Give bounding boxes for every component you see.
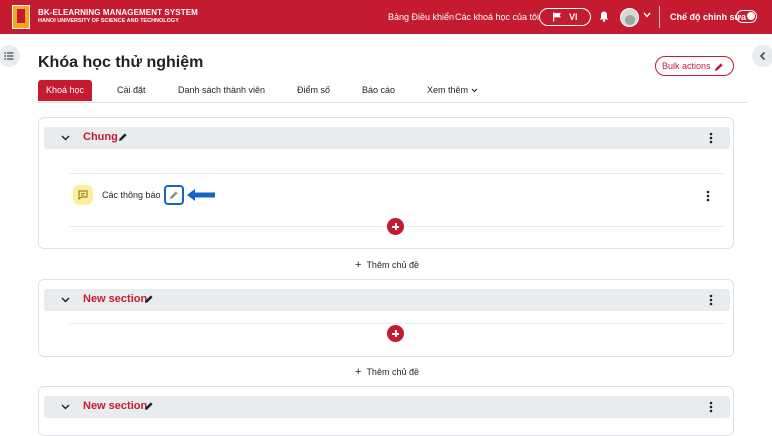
chat-icon bbox=[78, 190, 88, 200]
forum-icon bbox=[73, 185, 93, 205]
section-menu-kebab-icon[interactable] bbox=[709, 401, 713, 413]
tab-participants[interactable]: Danh sách thành viên bbox=[178, 80, 265, 101]
bulk-actions-label: Bulk actions bbox=[662, 61, 711, 71]
plus-icon: + bbox=[355, 366, 362, 378]
course-section: New section bbox=[38, 386, 734, 436]
brand-title: BK-ELEARNING MANAGEMENT SYSTEM bbox=[38, 8, 198, 17]
notification-bell-icon[interactable] bbox=[599, 11, 609, 22]
nav-dashboard-link[interactable]: Bảng Điều khiển bbox=[388, 12, 454, 22]
add-topic-label: Thêm chủ đề bbox=[366, 367, 419, 377]
collapse-chevron-icon[interactable] bbox=[61, 297, 70, 303]
page-title: Khóa học thử nghiệm bbox=[38, 54, 204, 71]
activity-name-link[interactable]: Các thông báo bbox=[102, 190, 161, 200]
edit-title-pencil-icon[interactable] bbox=[144, 401, 154, 411]
tab-settings[interactable]: Cài đặt bbox=[117, 80, 146, 101]
top-navbar: BK-ELEARNING MANAGEMENT SYSTEM HANOI UNI… bbox=[0, 0, 772, 34]
pencil-icon bbox=[170, 191, 178, 199]
user-avatar[interactable] bbox=[620, 8, 639, 27]
divider bbox=[69, 323, 725, 324]
chevron-left-icon bbox=[759, 51, 766, 61]
language-label: VI bbox=[569, 12, 578, 22]
user-menu-chevron-icon[interactable] bbox=[643, 12, 651, 18]
plus-icon: + bbox=[355, 259, 362, 271]
flag-icon bbox=[553, 12, 561, 22]
edit-mode-toggle[interactable] bbox=[736, 10, 757, 23]
brand-subtitle: HANOI UNIVERSITY OF SCIENCE AND TECHNOLO… bbox=[38, 18, 179, 24]
nav-my-courses-link[interactable]: Các khoá học của tôi bbox=[455, 12, 539, 22]
edit-mode-label: Chế độ chỉnh sửa bbox=[670, 12, 747, 22]
highlight-arrow-icon bbox=[187, 189, 215, 201]
tab-reports[interactable]: Báo cáo bbox=[362, 80, 395, 101]
edit-activity-name-button[interactable] bbox=[164, 185, 184, 205]
block-drawer-button[interactable] bbox=[752, 45, 772, 67]
tab-course[interactable]: Khoá học bbox=[38, 80, 93, 101]
course-tabs: Khoá học Cài đặt Danh sách thành viên Đi… bbox=[38, 80, 748, 103]
section-title[interactable]: New section bbox=[83, 293, 147, 305]
add-topic-button[interactable]: + Thêm chủ đề bbox=[355, 366, 419, 378]
section-header: Chung bbox=[44, 127, 730, 149]
edit-title-pencil-icon[interactable] bbox=[144, 294, 154, 304]
tab-more-label: Xem thêm bbox=[427, 85, 469, 95]
bulk-actions-button[interactable]: Bulk actions bbox=[655, 56, 734, 76]
navbar-divider bbox=[659, 6, 660, 28]
collapse-chevron-icon[interactable] bbox=[61, 135, 70, 141]
course-index-drawer-button[interactable] bbox=[0, 45, 20, 67]
add-activity-button[interactable] bbox=[387, 325, 404, 342]
edit-title-pencil-icon[interactable] bbox=[118, 132, 128, 142]
course-section: New section bbox=[38, 279, 734, 357]
section-title[interactable]: Chung bbox=[83, 131, 118, 143]
course-section: Chung bbox=[38, 117, 734, 249]
divider bbox=[69, 173, 725, 174]
tab-grades[interactable]: Điểm số bbox=[297, 80, 330, 101]
chevron-down-icon bbox=[471, 88, 477, 93]
pencil-icon bbox=[715, 63, 723, 71]
section-header: New section bbox=[44, 396, 730, 418]
section-menu-kebab-icon[interactable] bbox=[709, 294, 713, 306]
tab-more[interactable]: Xem thêm bbox=[427, 80, 478, 101]
collapse-chevron-icon[interactable] bbox=[61, 404, 70, 410]
activity-menu-kebab-icon[interactable] bbox=[706, 190, 710, 202]
section-menu-kebab-icon[interactable] bbox=[709, 132, 713, 144]
list-icon bbox=[4, 52, 14, 60]
section-title[interactable]: New section bbox=[83, 400, 147, 412]
add-topic-button[interactable]: + Thêm chủ đề bbox=[355, 259, 419, 271]
brand-logo[interactable] bbox=[12, 5, 30, 29]
section-header: New section bbox=[44, 289, 730, 311]
language-button[interactable]: VI bbox=[539, 8, 591, 26]
add-activity-button[interactable] bbox=[387, 218, 404, 235]
add-topic-label: Thêm chủ đề bbox=[366, 260, 419, 270]
